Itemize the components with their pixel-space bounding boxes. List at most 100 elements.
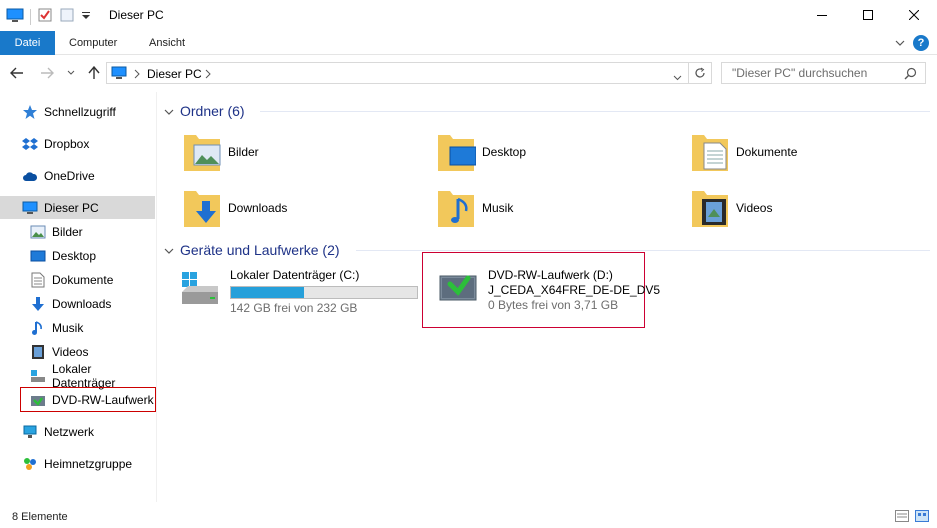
tab-view[interactable]: Ansicht	[137, 31, 197, 55]
tab-computer[interactable]: Computer	[57, 31, 129, 55]
up-button[interactable]	[85, 64, 103, 82]
expand-ribbon-icon[interactable]	[895, 36, 905, 50]
sidebar-item-label: Schnellzugriff	[44, 104, 116, 119]
computer-icon[interactable]	[6, 7, 24, 26]
sidebar-item-dropbox[interactable]: Dropbox	[0, 132, 155, 155]
folder-label: Videos	[736, 201, 773, 215]
chevron-down-icon[interactable]	[164, 242, 174, 258]
star-icon	[22, 104, 38, 120]
customize-toolbar-icon[interactable]	[81, 10, 91, 24]
group-title: Geräte und Laufwerke (2)	[180, 242, 340, 258]
folder-tile-pictures[interactable]: Bilder	[182, 128, 259, 176]
drive-tile-dvd[interactable]: DVD-RW-Laufwerk (D:) J_CEDA_X64FRE_DE-DE…	[438, 268, 660, 313]
minimize-button[interactable]	[799, 0, 845, 30]
sidebar-item-label: Musik	[52, 320, 84, 335]
sidebar-item-documents[interactable]: Dokumente	[0, 268, 155, 291]
cloud-icon	[22, 168, 38, 184]
status-bar: 8 Elemente	[0, 506, 937, 528]
maximize-button[interactable]	[845, 0, 891, 30]
sidebar-item-label: Dieser PC	[44, 200, 99, 215]
ribbon-tabs: Datei Computer Ansicht ?	[0, 31, 937, 55]
divider	[30, 8, 31, 25]
folder-tile-downloads[interactable]: Downloads	[182, 184, 287, 232]
sidebar-item-label: Lokaler Datenträger	[52, 361, 116, 390]
sidebar-item-label: Dokumente	[52, 272, 114, 287]
group-title: Ordner (6)	[180, 103, 245, 119]
dropbox-icon	[22, 136, 38, 152]
back-button[interactable]	[8, 64, 26, 82]
folder-tile-documents[interactable]: Dokumente	[690, 128, 797, 176]
breadcrumb-separator-icon[interactable]	[205, 68, 211, 82]
search-box[interactable]	[721, 62, 926, 84]
sidebar-item-label: Desktop	[52, 248, 97, 263]
folders-group-header[interactable]: Ordner (6)	[164, 103, 245, 119]
details-view-icon[interactable]	[895, 510, 909, 525]
sidebar-item-label: Netzwerk	[44, 424, 95, 439]
sidebar-item-label: Heimnetzgruppe	[44, 456, 133, 471]
documents-icon	[690, 131, 730, 173]
properties-icon[interactable]	[37, 7, 53, 26]
chevron-down-icon[interactable]	[164, 103, 174, 119]
download-icon	[30, 296, 46, 312]
window-controls	[799, 0, 937, 30]
folder-tile-music[interactable]: Musik	[436, 184, 513, 232]
breadcrumb-this-pc[interactable]: Dieser PC	[147, 67, 202, 81]
sidebar-item-homegroup[interactable]: Heimnetzgruppe	[0, 452, 155, 475]
sidebar-item-quick-access[interactable]: Schnellzugriff	[0, 100, 155, 123]
drive-tile-local-disk[interactable]: Lokaler Datenträger (C:) 142 GB frei von…	[180, 268, 418, 316]
download-icon	[182, 187, 222, 229]
sidebar-item-downloads[interactable]: Downloads	[0, 292, 155, 315]
tab-file[interactable]: Datei	[0, 31, 55, 55]
sidebar-item-network[interactable]: Netzwerk	[0, 420, 155, 443]
folder-label: Bilder	[228, 145, 259, 159]
drive-icon	[30, 368, 46, 384]
divider	[260, 111, 930, 112]
quick-access-toolbar	[6, 7, 91, 26]
music-icon	[30, 320, 46, 336]
computer-icon	[22, 200, 38, 216]
drive-icon	[180, 268, 220, 311]
item-count: 8 Elemente	[12, 511, 68, 523]
devices-group-header[interactable]: Geräte und Laufwerke (2)	[164, 242, 340, 258]
recent-locations-button[interactable]	[62, 64, 80, 82]
dvd-icon	[438, 268, 478, 307]
address-bar[interactable]: Dieser PC	[106, 62, 689, 84]
large-icons-view-icon[interactable]	[915, 510, 929, 525]
drive-info: DVD-RW-Laufwerk (D:) J_CEDA_X64FRE_DE-DE…	[488, 268, 660, 313]
pictures-icon	[30, 224, 46, 240]
network-icon	[22, 424, 38, 440]
sidebar-item-label: Bilder	[52, 224, 83, 239]
sidebar-item-pictures[interactable]: Bilder	[0, 220, 155, 243]
desktop-icon	[436, 131, 477, 173]
address-history-dropdown-icon[interactable]	[673, 70, 682, 84]
folder-tile-videos[interactable]: Videos	[690, 184, 772, 232]
title-bar: Dieser PC	[0, 0, 937, 31]
close-button[interactable]	[891, 0, 937, 30]
folder-label: Downloads	[228, 201, 288, 215]
help-icon[interactable]: ?	[913, 35, 929, 51]
sidebar-item-music[interactable]: Musik	[0, 316, 155, 339]
breadcrumb-separator-icon[interactable]	[134, 68, 140, 82]
computer-icon	[111, 66, 127, 83]
search-icon[interactable]	[904, 67, 917, 83]
drive-name: DVD-RW-Laufwerk (D:)	[488, 268, 613, 282]
drive-free-space: 0 Bytes frei von 3,71 GB	[488, 298, 619, 312]
homegroup-icon	[22, 456, 38, 472]
sidebar-item-this-pc[interactable]: Dieser PC	[0, 196, 155, 219]
ribbon-controls: ?	[895, 35, 929, 51]
drive-free-space: 142 GB frei von 232 GB	[230, 301, 358, 315]
refresh-button[interactable]	[688, 62, 712, 84]
search-input[interactable]	[722, 63, 897, 83]
divider	[356, 250, 930, 251]
sidebar-item-desktop[interactable]: Desktop	[0, 244, 155, 267]
forward-button[interactable]	[38, 64, 56, 82]
sidebar-item-local-disk[interactable]: Lokaler Datenträger	[0, 361, 155, 390]
new-folder-icon[interactable]	[59, 7, 75, 26]
drive-name: Lokaler Datenträger (C:)	[230, 268, 360, 282]
sidebar-item-videos[interactable]: Videos	[0, 340, 155, 363]
sidebar-item-label: Dropbox	[44, 136, 90, 151]
sidebar-item-dvd-drive[interactable]: DVD-RW-Laufwerk	[20, 387, 156, 412]
sidebar-item-onedrive[interactable]: OneDrive	[0, 164, 155, 187]
dvd-icon	[30, 392, 46, 408]
folder-tile-desktop[interactable]: Desktop	[436, 128, 526, 176]
